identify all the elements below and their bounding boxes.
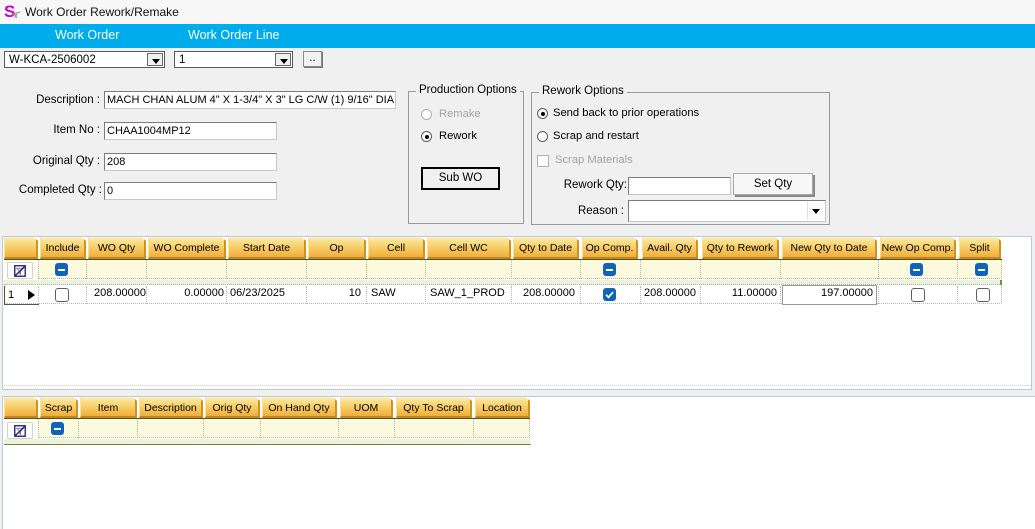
svg-text:x: x (14, 13, 18, 20)
